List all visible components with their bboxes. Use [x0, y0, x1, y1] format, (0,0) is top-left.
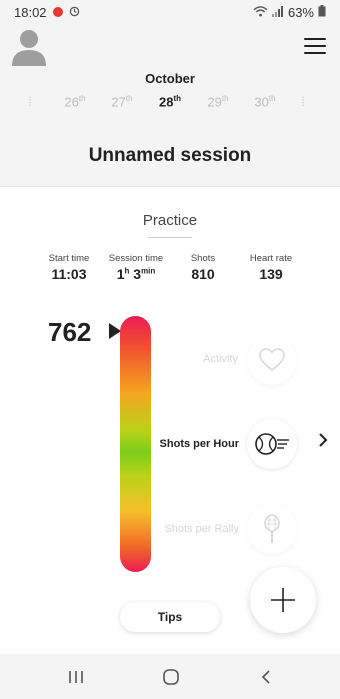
stat-session-time: Session time 1h 3min: [108, 253, 164, 282]
racket-icon: [264, 514, 280, 543]
signal-icon: [271, 5, 284, 20]
session-stats: Start time 11:03 Session time 1h 3min Sh…: [0, 253, 340, 293]
session-title[interactable]: Unnamed session: [0, 145, 340, 167]
recents-icon[interactable]: [61, 666, 91, 688]
record-dot-icon: [52, 7, 63, 17]
fast-ball-icon: [255, 433, 289, 455]
add-button[interactable]: [250, 567, 316, 633]
divider: [148, 237, 192, 238]
metric-button-activity[interactable]: [247, 335, 297, 385]
month-label: October: [145, 71, 195, 86]
stat-heart-rate: Heart rate 139: [249, 253, 293, 282]
metric-label-shots-per-hour: Shots per Hour: [159, 438, 239, 450]
user-icon: [12, 30, 46, 66]
status-bar: 18:02 63%: [0, 0, 340, 24]
wifi-icon: [253, 5, 268, 20]
metric-gauge: [120, 316, 151, 572]
battery-icon: [318, 4, 326, 20]
battery-percent: 63%: [287, 4, 314, 20]
metric-label-shots-per-rally: Shots per Rally: [164, 523, 239, 535]
heart-icon: [259, 348, 285, 372]
stat-shots: Shots 810: [190, 253, 216, 282]
back-icon[interactable]: [251, 666, 281, 688]
date-edge-left: ⁞: [28, 94, 32, 109]
avatar[interactable]: [12, 28, 46, 66]
date-item[interactable]: 30th: [250, 94, 280, 109]
date-item[interactable]: 29th: [203, 94, 233, 109]
date-selector[interactable]: ⁞ 26th 27th 28th 29th 30th ⁞: [0, 94, 340, 114]
date-item[interactable]: 26th: [60, 94, 90, 109]
metric-button-shots-per-hour[interactable]: [247, 419, 297, 469]
session-type: Practice: [142, 212, 198, 229]
system-nav-bar: [0, 654, 340, 699]
date-edge-right: ⁞: [301, 94, 305, 109]
sync-icon: [69, 5, 80, 20]
home-icon[interactable]: [156, 666, 186, 688]
status-time: 18:02: [14, 4, 47, 20]
plus-icon: [271, 588, 295, 612]
date-item-selected[interactable]: 28th: [155, 94, 185, 109]
chevron-right-icon[interactable]: [318, 432, 328, 453]
hamburger-menu-icon[interactable]: [304, 38, 326, 54]
session-card: Practice Start time 11:03 Session time 1…: [0, 186, 340, 654]
current-metric-value: 762: [48, 317, 92, 347]
tips-button[interactable]: Tips: [120, 602, 220, 632]
metric-label-activity: Activity: [203, 353, 238, 365]
stat-start-time: Start time 11:03: [48, 253, 90, 282]
metric-button-shots-per-rally[interactable]: [247, 504, 297, 554]
date-item[interactable]: 27th: [107, 94, 137, 109]
